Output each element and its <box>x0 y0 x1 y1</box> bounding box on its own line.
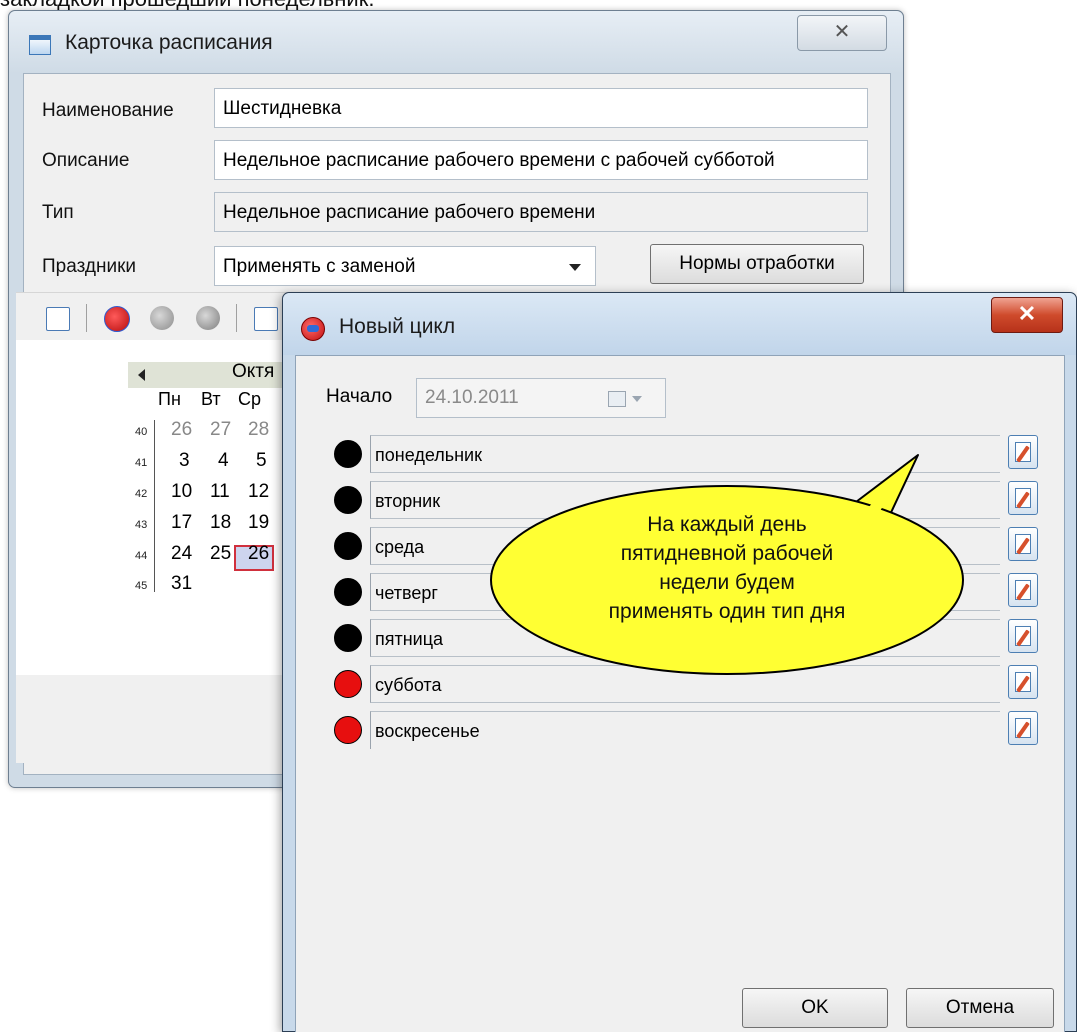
start-label: Начало <box>326 386 393 407</box>
delete-cycle-icon[interactable] <box>196 306 220 330</box>
callout-line: применять один тип дня <box>608 600 846 623</box>
day-type-dot <box>334 670 362 698</box>
calendar-day[interactable]: 19 <box>248 512 269 534</box>
close-button[interactable]: ✕ <box>991 297 1063 333</box>
calendar-icon[interactable] <box>254 307 278 331</box>
schedule-card-titlebar: Карточка расписания ✕ <box>9 11 903 73</box>
cycle-day-row[interactable]: воскресенье <box>370 711 1000 749</box>
ok-button[interactable]: OK <box>742 988 888 1028</box>
week-number: 40 <box>135 426 148 438</box>
calendar-day[interactable]: 24 <box>171 543 192 565</box>
calendar-day[interactable]: 25 <box>210 543 231 565</box>
calendar-day[interactable]: 5 <box>256 450 267 472</box>
calendar-day[interactable]: 10 <box>171 481 192 503</box>
chevron-down-icon[interactable] <box>632 396 642 402</box>
week-number: 45 <box>135 580 148 592</box>
toolbar-separator <box>236 304 237 332</box>
day-type-dot <box>334 578 362 606</box>
callout-line: недели будем <box>659 571 795 594</box>
weekday-label: Пн <box>158 389 181 409</box>
new-cycle-titlebar: Новый цикл ✕ <box>283 293 1076 355</box>
edit-day-icon[interactable] <box>1008 619 1038 653</box>
edit-day-icon[interactable] <box>1008 573 1038 607</box>
weekday-label: Вт <box>201 389 221 409</box>
week-number: 43 <box>135 519 148 531</box>
calendar-day[interactable]: 3 <box>179 450 190 472</box>
calendar-day-today[interactable]: 26 <box>248 543 269 565</box>
calendar-day[interactable]: 18 <box>210 512 231 534</box>
day-type-dot <box>334 624 362 652</box>
new-cycle-title: Новый цикл <box>339 315 456 338</box>
chevron-left-icon[interactable] <box>138 369 145 381</box>
calendar-day[interactable]: 4 <box>218 450 229 472</box>
week-number: 41 <box>135 457 148 469</box>
holidays-select[interactable]: Применять с заменой <box>214 246 596 286</box>
new-cycle-dialog: Новый цикл ✕ <box>282 292 1077 1032</box>
weekday-label: Ср <box>238 389 262 409</box>
calendar-day[interactable]: 26 <box>171 419 192 441</box>
week-number-divider <box>154 420 155 592</box>
chevron-down-icon <box>569 264 581 271</box>
edit-day-icon[interactable] <box>1008 435 1038 469</box>
name-field[interactable]: Шестидневка <box>214 88 868 128</box>
calendar-day-icon[interactable] <box>46 307 70 331</box>
description-label: Описание <box>42 150 130 171</box>
type-field: Недельное расписание рабочего времени <box>214 192 868 232</box>
cycle-day-row[interactable]: суббота <box>370 665 1000 703</box>
calendar-icon[interactable] <box>608 391 626 407</box>
edit-cycle-icon[interactable] <box>150 306 174 330</box>
cycle-icon <box>301 317 325 341</box>
start-date-field[interactable]: 24.10.2011 <box>416 378 666 418</box>
day-type-dot <box>334 440 362 468</box>
new-cycle-icon[interactable] <box>104 306 130 332</box>
cancel-button[interactable]: Отмена <box>906 988 1054 1028</box>
edit-day-icon[interactable] <box>1008 527 1038 561</box>
edit-day-icon[interactable] <box>1008 711 1038 745</box>
calendar-day[interactable]: 28 <box>248 419 269 441</box>
close-button[interactable]: ✕ <box>797 15 887 51</box>
toolbar-separator <box>86 304 87 332</box>
callout-text: На каждый день пятидневной рабочей недел… <box>512 510 942 626</box>
calendar-day[interactable]: 17 <box>171 512 192 534</box>
callout-line: пятидневной рабочей <box>620 542 834 565</box>
calendar-day[interactable]: 27 <box>210 419 231 441</box>
callout-line: На каждый день <box>647 513 807 536</box>
week-number: 44 <box>135 550 148 562</box>
day-type-dot <box>334 716 362 744</box>
calendar-icon <box>29 35 51 55</box>
calendar-month: Октя <box>232 361 275 382</box>
edit-day-icon[interactable] <box>1008 481 1038 515</box>
description-field[interactable]: Недельное расписание рабочего времени с … <box>214 140 868 180</box>
calendar-day[interactable]: 31 <box>171 573 192 595</box>
day-type-dot <box>334 486 362 514</box>
type-label: Тип <box>42 202 74 223</box>
day-type-dot <box>334 532 362 560</box>
holidays-label: Праздники <box>42 256 136 277</box>
cycle-day-row[interactable]: понедельник <box>370 435 1000 473</box>
calendar-day[interactable]: 11 <box>210 481 230 503</box>
holidays-select-value: Применять с заменой <box>223 256 416 277</box>
calendar-day[interactable]: 12 <box>248 481 269 503</box>
name-label: Наименование <box>42 100 174 121</box>
week-number: 42 <box>135 488 148 500</box>
edit-day-icon[interactable] <box>1008 665 1038 699</box>
schedule-card-title: Карточка расписания <box>65 31 273 54</box>
norms-button[interactable]: Нормы отработки <box>650 244 864 284</box>
